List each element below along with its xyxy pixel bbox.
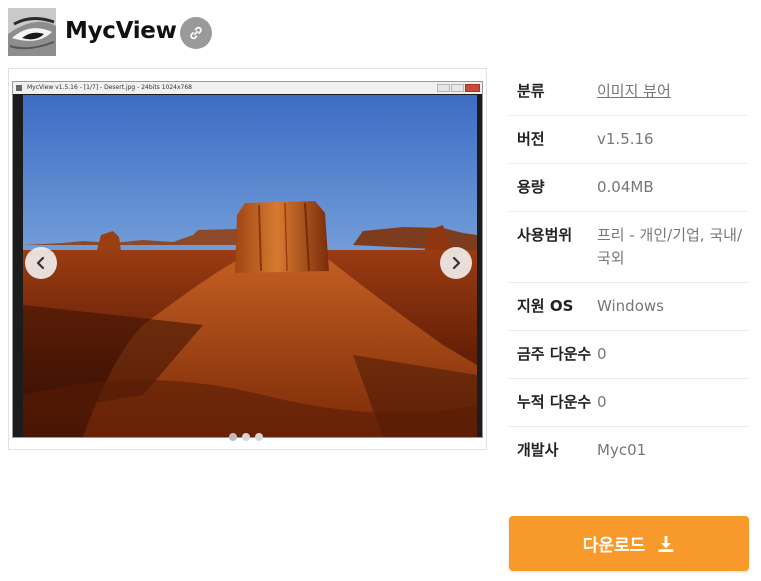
info-label: 사용범위 [517,226,573,244]
gallery-pagination [229,433,263,441]
eye-logo-icon [8,8,56,56]
info-label: 용량 [517,178,545,196]
info-row-weekly-downloads: 금주 다운수 0 [509,331,749,379]
info-label: 개발사 [517,441,559,459]
screenshot-window: MycView v1.5.16 - [1/7] - Desert.jpg - 2… [12,81,483,438]
info-label: 분류 [517,82,545,100]
app-title: MycView [65,18,177,44]
info-value: 0.04MB [597,178,654,196]
info-value: 0 [597,393,607,411]
info-label: 누적 다운수 [517,393,592,411]
download-button[interactable]: 다운로드 [509,516,749,571]
info-row-size: 용량 0.04MB [509,164,749,212]
info-row-total-downloads: 누적 다운수 0 [509,379,749,427]
window-title: MycView v1.5.16 - [1/7] - Desert.jpg - 2… [27,84,192,91]
info-value: v1.5.16 [597,130,654,148]
info-value: Windows [597,297,664,315]
info-value: 0 [597,345,607,363]
gallery-dot[interactable] [255,433,263,441]
download-label: 다운로드 [582,536,646,556]
download-icon [658,535,674,552]
info-label: 금주 다운수 [517,345,592,363]
chevron-left-icon [36,256,45,270]
maximize-icon [451,84,464,92]
gallery-dot[interactable] [242,433,250,441]
info-row-os: 지원 OS Windows [509,283,749,331]
gallery-prev-button[interactable] [25,247,57,279]
category-link[interactable]: 이미지 뷰어 [597,82,671,100]
info-value: 프리 - 개인/기업, 국내/국외 [597,226,742,267]
info-value: 이미지 뷰어 [597,80,749,103]
info-row-license: 사용범위 프리 - 개인/기업, 국내/국외 [509,212,749,283]
app-logo [8,8,56,56]
window-titlebar: MycView v1.5.16 - [1/7] - Desert.jpg - 2… [13,82,482,94]
info-value: Myc01 [597,441,647,459]
chevron-right-icon [452,256,461,270]
app-window-icon [16,85,22,91]
minimize-icon [437,84,450,92]
share-link-button[interactable] [180,17,212,49]
screenshot-gallery: MycView v1.5.16 - [1/7] - Desert.jpg - 2… [8,68,487,450]
info-row-developer: 개발사 Myc01 [509,427,749,474]
gallery-next-button[interactable] [440,247,472,279]
link-icon [190,26,202,40]
info-label: 지원 OS [517,297,574,315]
window-controls [437,84,480,92]
desert-photo [23,95,477,437]
info-label: 버전 [517,130,545,148]
info-row-version: 버전 v1.5.16 [509,116,749,164]
software-info-table: 분류 이미지 뷰어 버전 v1.5.16 용량 0.04MB 사용범위 프리 -… [509,68,749,474]
gallery-dot[interactable] [229,433,237,441]
close-icon [465,84,480,92]
info-row-category: 분류 이미지 뷰어 [509,68,749,116]
